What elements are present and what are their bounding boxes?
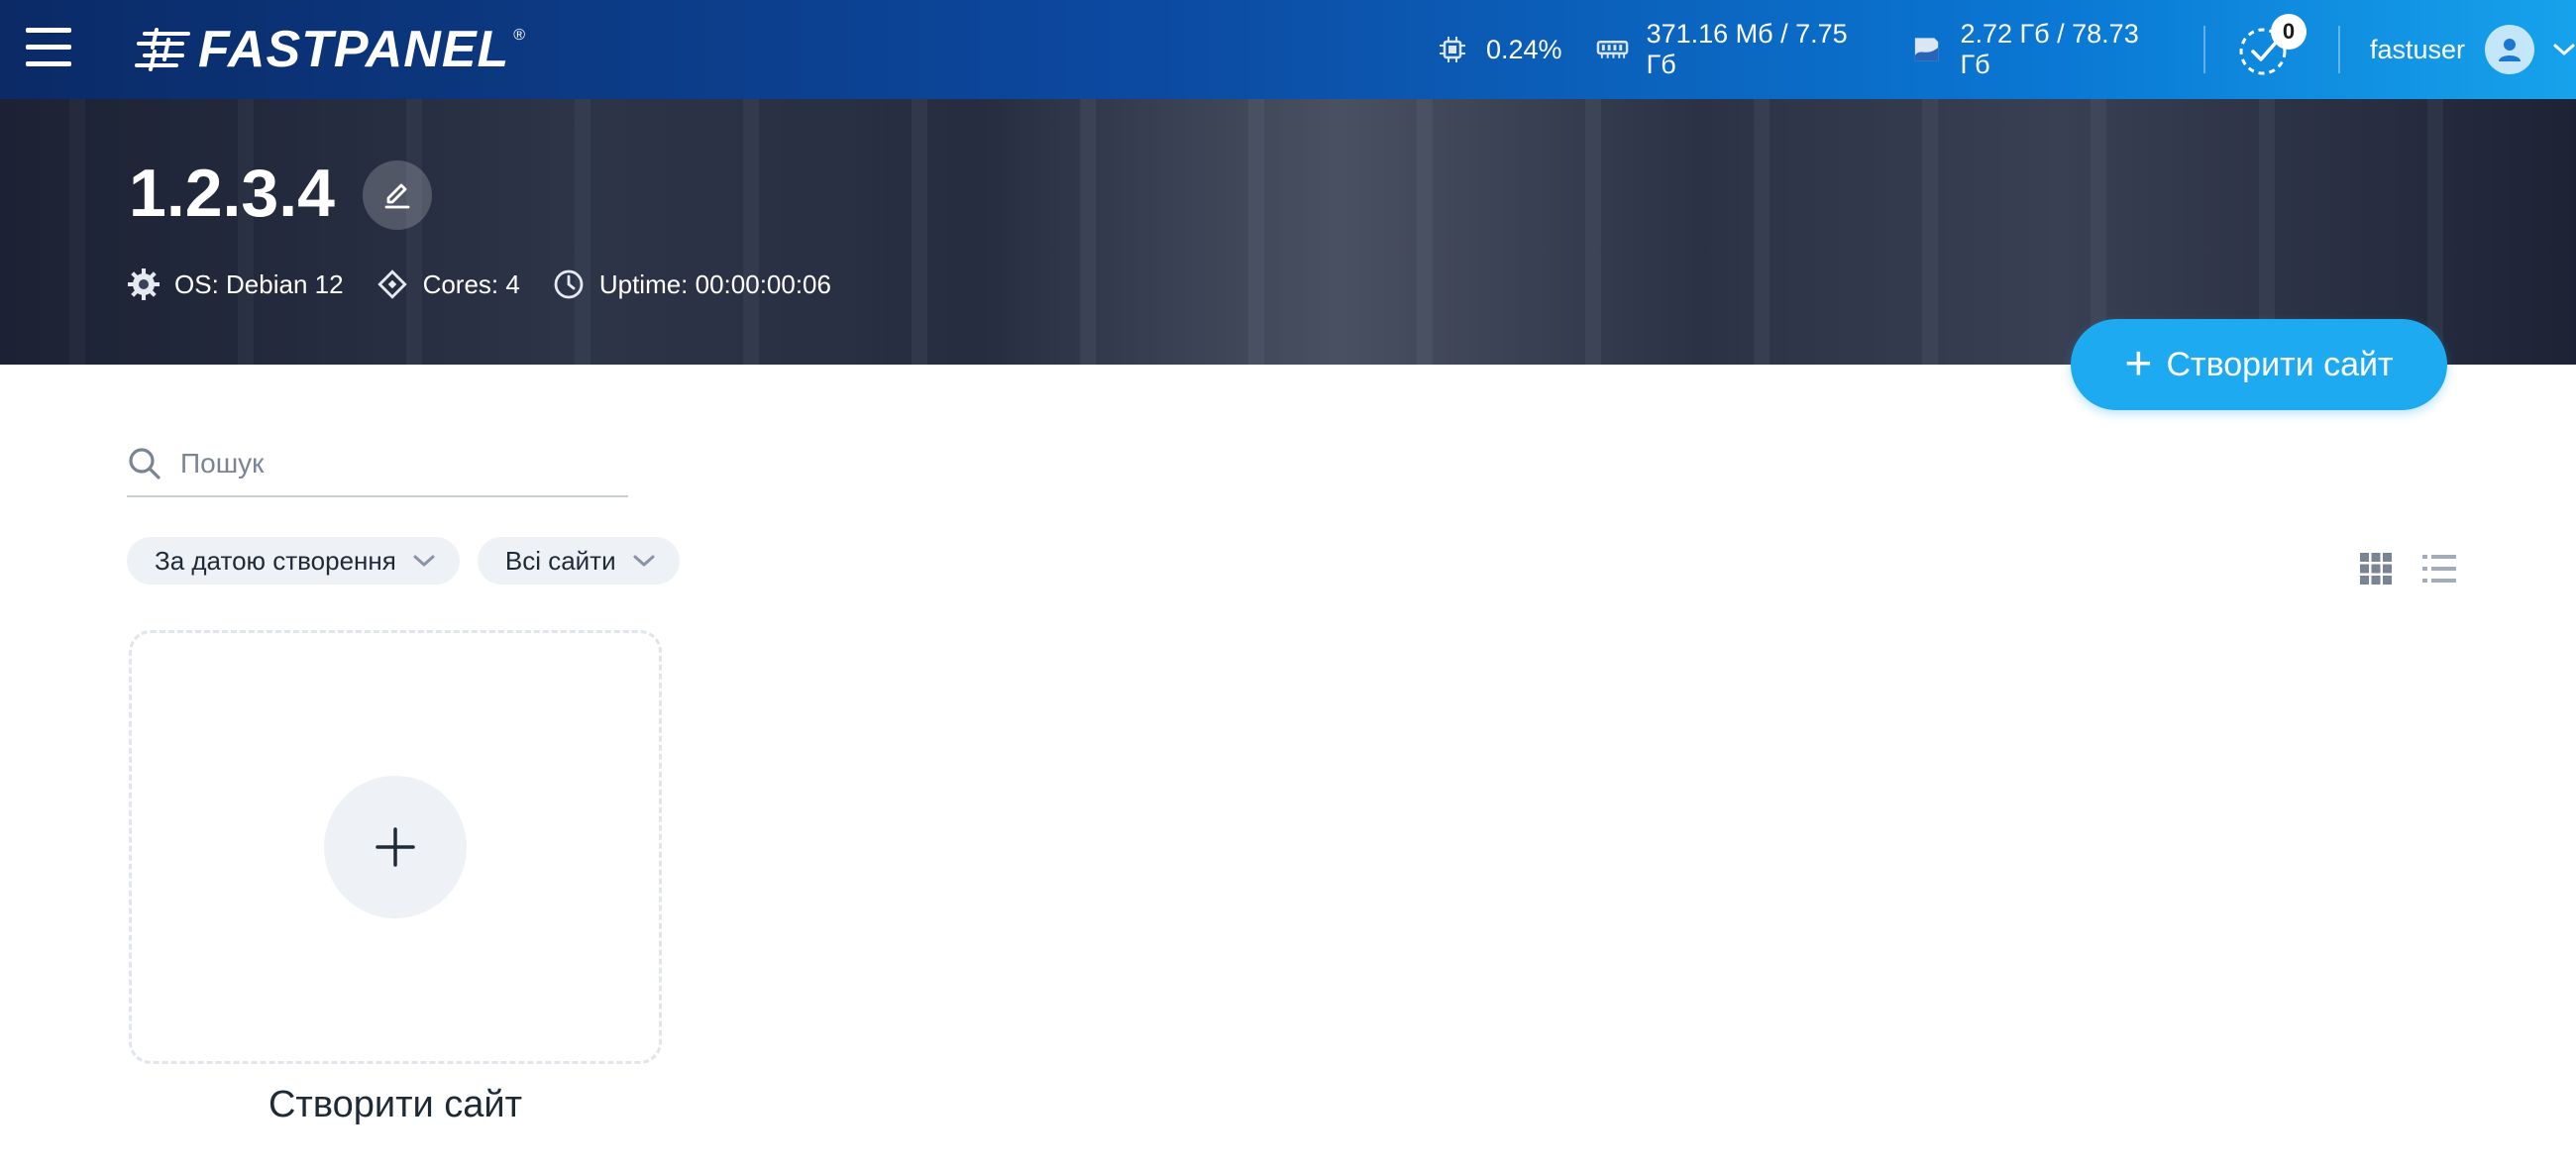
disk-icon — [1915, 38, 1939, 61]
hamburger-icon[interactable] — [26, 28, 71, 67]
ram-value: 371.16 Мб / 7.75 Гб — [1646, 19, 1848, 79]
search-bar — [127, 432, 628, 497]
chevron-down-icon — [413, 555, 435, 567]
gear-icon — [128, 268, 160, 300]
disk-stat: 2.72 Гб / 78.73 Гб — [1911, 19, 2170, 80]
pencil-icon — [384, 183, 410, 209]
disk-value: 2.72 Гб / 78.73 Гб — [1960, 19, 2139, 79]
ram-stat: 371.16 Мб / 7.75 Гб — [1596, 19, 1878, 80]
server-meta: OS: Debian 12 Cores: 4 Uptime: 00:00:00:… — [127, 267, 863, 301]
os-value: OS: Debian 12 — [174, 268, 344, 299]
username: fastuser — [2369, 34, 2466, 64]
top-bar: FASTPANEL ® 0.24% 371.16 Мб / 7.75 Гб 2.… — [0, 0, 2576, 99]
sites-filter-dropdown[interactable]: Всі сайти — [477, 537, 680, 585]
uptime-value: Uptime: 00:00:00:06 — [598, 268, 831, 299]
filters-row: За датою створення Всі сайти — [127, 537, 698, 585]
search-input[interactable] — [180, 448, 616, 480]
memory-icon — [1596, 41, 1628, 58]
uptime-info: Uptime: 00:00:00:06 — [552, 267, 831, 301]
os-info: OS: Debian 12 — [127, 267, 344, 301]
logo-registered-mark: ® — [513, 27, 526, 44]
view-toggle — [2332, 549, 2459, 588]
fastpanel-logo[interactable]: FASTPANEL ® — [135, 21, 526, 78]
list-view-button[interactable] — [2419, 549, 2459, 588]
header-divider — [2203, 26, 2206, 73]
server-title: 1.2.3.4 — [129, 156, 335, 231]
resource-stats: 0.24% 371.16 Мб / 7.75 Гб 2.72 Гб / 78.7 — [1437, 0, 2576, 99]
tasks-count-badge: 0 — [2271, 14, 2308, 50]
sites-filter-label: Всі сайти — [504, 545, 616, 576]
logo-text: FASTPANEL — [198, 21, 510, 78]
cores-value: Cores: 4 — [422, 268, 520, 299]
user-menu[interactable]: fastuser — [2370, 25, 2576, 74]
cpu-chip-icon — [1440, 37, 1465, 62]
grid-view-button[interactable] — [2356, 549, 2396, 588]
tasks-button[interactable]: 0 — [2235, 14, 2308, 79]
chevron-down-icon — [2553, 44, 2575, 55]
new-site-card-label[interactable]: Створити сайт — [129, 1084, 662, 1126]
cores-info: Cores: 4 — [376, 267, 520, 301]
new-site-card[interactable] — [129, 630, 662, 1064]
sort-label: За датою створення — [155, 545, 396, 576]
create-site-button[interactable]: + Створити сайт — [2071, 319, 2447, 410]
diamond-icon — [376, 269, 407, 299]
create-site-label: Створити сайт — [2166, 345, 2394, 383]
plus-icon — [376, 827, 415, 867]
user-avatar-icon — [2485, 25, 2535, 74]
plus-icon: + — [2124, 338, 2153, 390]
cpu-stat: 0.24% — [1437, 34, 1562, 65]
clock-icon — [554, 269, 584, 299]
grid-view-icon — [2360, 553, 2392, 585]
cpu-value: 0.24% — [1486, 34, 1562, 64]
sort-dropdown[interactable]: За датою створення — [127, 537, 460, 585]
search-icon — [129, 448, 161, 480]
header-divider — [2338, 26, 2340, 73]
chevron-down-icon — [633, 555, 655, 567]
edit-server-button[interactable] — [363, 160, 432, 230]
new-site-plus-button[interactable] — [324, 776, 467, 918]
logo-mark-icon — [135, 28, 190, 71]
list-view-icon — [2422, 555, 2456, 583]
